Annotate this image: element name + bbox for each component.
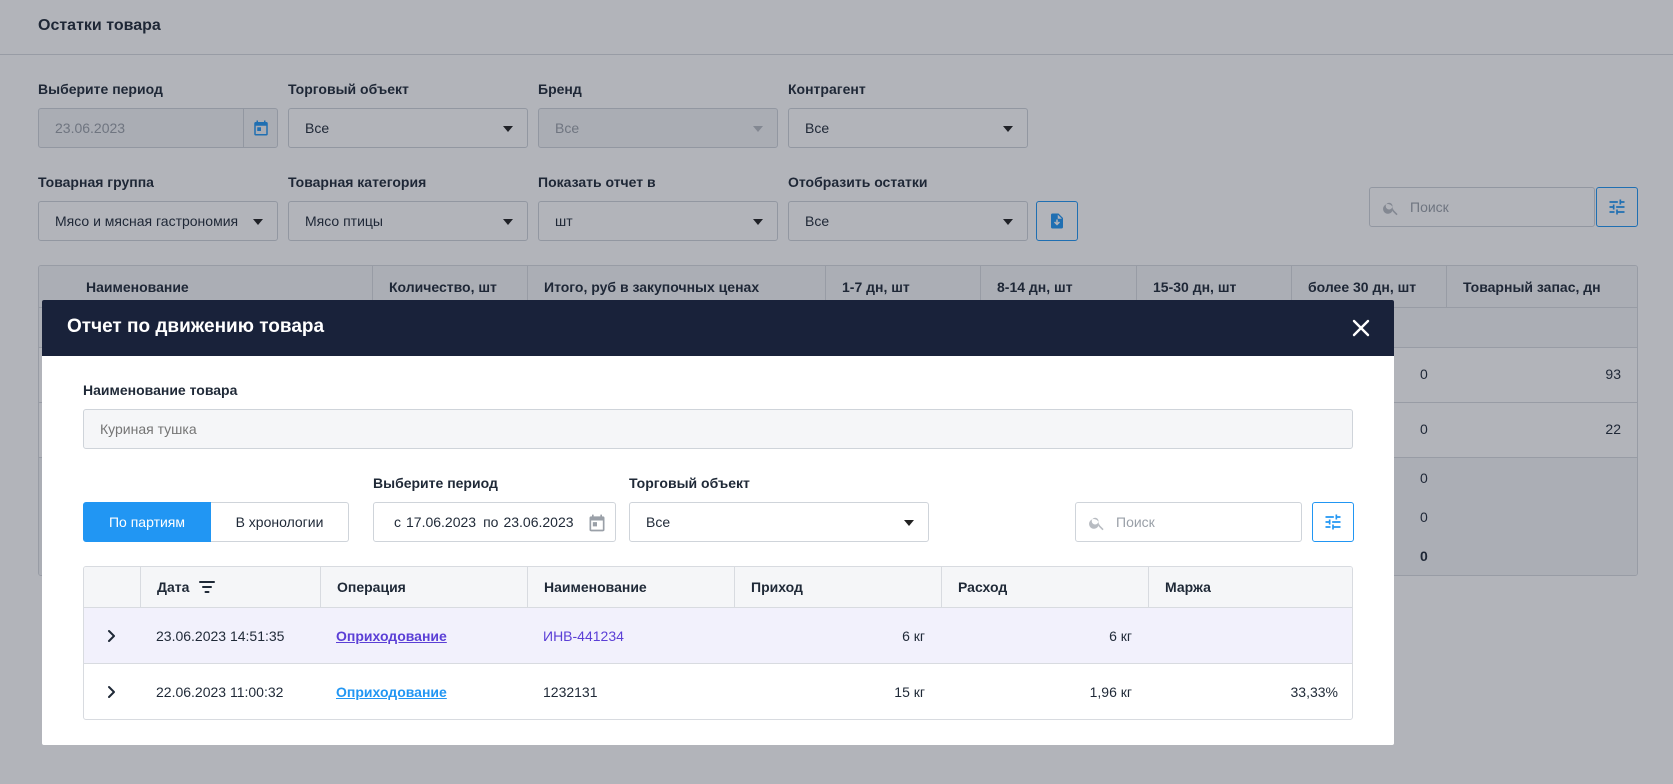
row-income: 15 кг xyxy=(894,684,925,700)
calendar-icon[interactable] xyxy=(587,513,607,536)
col-expense: Расход xyxy=(941,567,1148,607)
row-date: 22.06.2023 11:00:32 xyxy=(156,684,284,700)
col-income: Приход xyxy=(734,567,941,607)
view-mode-toggle: По партиям В хронологии xyxy=(83,502,349,542)
movement-table-header: Дата Операция Наименование Приход Расход… xyxy=(84,567,1352,608)
row-income: 6 кг xyxy=(902,628,925,644)
movement-report-modal: Отчет по движению товара Наименование то… xyxy=(42,300,1394,745)
modal-title: Отчет по движению товара xyxy=(67,316,325,337)
product-name-input[interactable] xyxy=(83,409,1353,449)
modal-store-select[interactable]: Все xyxy=(629,502,929,542)
search-icon xyxy=(1088,514,1106,535)
chevron-right-icon xyxy=(108,686,115,698)
close-button[interactable] xyxy=(1350,317,1372,339)
col-operation: Операция xyxy=(320,567,527,607)
sort-icon[interactable] xyxy=(199,580,216,594)
row-name: 1232131 xyxy=(543,684,598,700)
product-name-label: Наименование товара xyxy=(83,382,238,398)
expand-row-button[interactable] xyxy=(84,608,140,664)
row-name-cell: ИНВ-441234 xyxy=(543,608,624,664)
expand-row-button[interactable] xyxy=(84,664,140,719)
period-from-value: 17.06.2023 xyxy=(406,514,477,530)
tab-chronology[interactable]: В хронологии xyxy=(211,502,349,542)
modal-store-label: Торговый объект xyxy=(629,475,750,491)
row-date: 23.06.2023 14:51:35 xyxy=(156,628,285,644)
period-to-prefix: по xyxy=(483,514,499,530)
modal-search-placeholder: Поиск xyxy=(1116,514,1155,530)
col-name: Наименование xyxy=(527,567,734,607)
row-margin xyxy=(1148,608,1338,664)
modal-period-field[interactable]: с 17.06.2023 по 23.06.2023 xyxy=(373,502,616,542)
movement-table: Дата Операция Наименование Приход Расход… xyxy=(83,566,1353,720)
period-from-prefix: с xyxy=(394,514,401,530)
row-operation-cell: Оприходование xyxy=(336,608,447,664)
row-expense: 6 кг xyxy=(1109,628,1132,644)
table-row[interactable]: 22.06.2023 11:00:32 Оприходование 123213… xyxy=(84,664,1352,719)
row-margin: 33,33% xyxy=(1290,684,1338,700)
tab-by-batches[interactable]: По партиям xyxy=(83,502,211,542)
col-date-label: Дата xyxy=(157,579,190,595)
chevron-right-icon xyxy=(108,630,115,642)
col-date[interactable]: Дата xyxy=(140,567,320,607)
modal-header: Отчет по движению товара xyxy=(42,300,1394,356)
sliders-icon xyxy=(1325,514,1341,530)
table-row[interactable]: 23.06.2023 14:51:35 Оприходование ИНВ-44… xyxy=(84,608,1352,664)
operation-link[interactable]: Оприходование xyxy=(336,684,447,700)
period-to-value: 23.06.2023 xyxy=(503,514,574,530)
document-link[interactable]: ИНВ-441234 xyxy=(543,628,624,644)
modal-filter-button[interactable] xyxy=(1312,502,1354,542)
close-icon xyxy=(1352,319,1370,337)
operation-link[interactable]: Оприходование xyxy=(336,628,447,644)
col-margin: Маржа xyxy=(1148,567,1352,607)
modal-period-label: Выберите период xyxy=(373,475,498,491)
row-operation-cell: Оприходование xyxy=(336,664,447,719)
chevron-down-icon xyxy=(904,520,914,526)
modal-store-value: Все xyxy=(646,514,671,530)
row-expense: 1,96 кг xyxy=(1089,684,1132,700)
modal-search-input[interactable]: Поиск xyxy=(1075,502,1302,542)
